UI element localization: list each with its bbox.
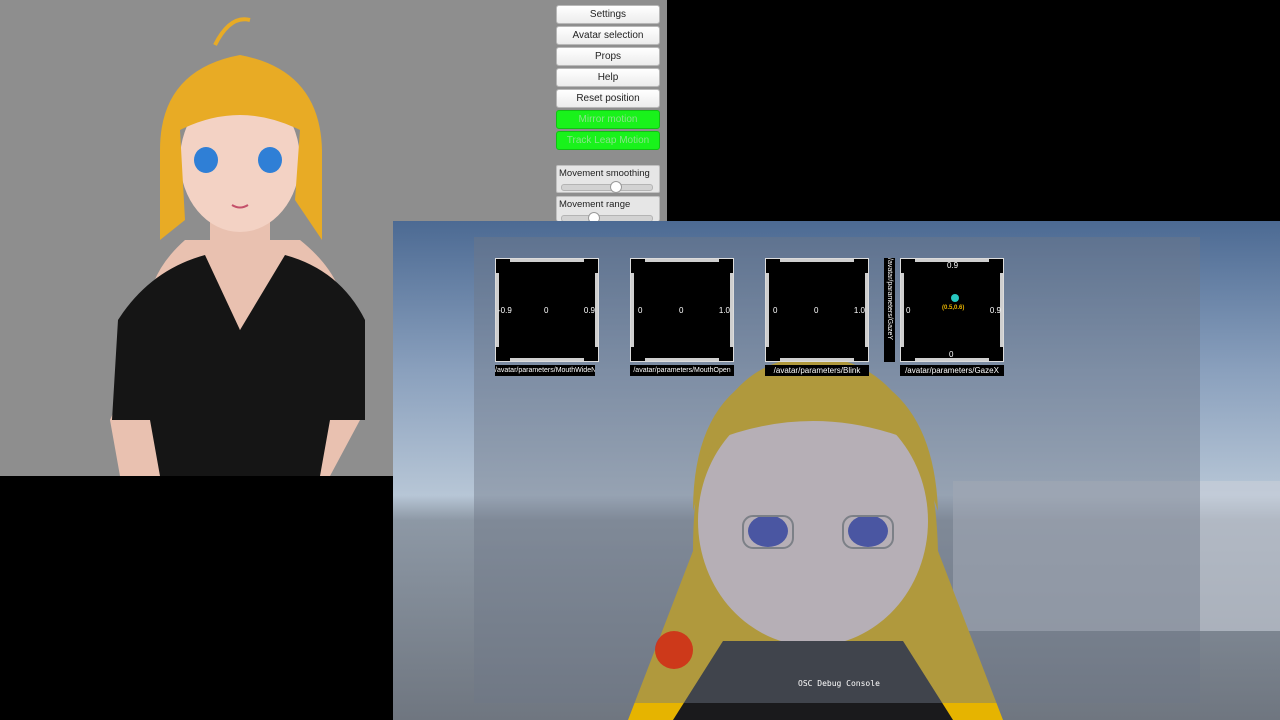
gaze-top-label: 0.9 <box>947 261 959 270</box>
help-button[interactable]: Help <box>556 68 660 87</box>
gaze-x-max-label: 0.9 <box>989 306 1001 315</box>
movement-range-label: Movement range <box>559 199 631 210</box>
mirror-motion-toggle[interactable]: Mirror motion <box>556 110 660 129</box>
gaze-position-dot <box>951 294 959 302</box>
param-min-label: 0 <box>638 306 643 315</box>
param-mid-label: 0 <box>814 306 819 315</box>
osc-debug-panel: -0.9 0 0.9 /avatar/parameters/MouthWideN… <box>474 237 1200 703</box>
param-max-label: 1.0 <box>853 306 865 315</box>
param-max-label: 1.0 <box>718 306 730 315</box>
param-mid-label: 0 <box>679 306 684 315</box>
param-graph-mouth-open: 0 0 1.0 <box>630 258 734 362</box>
param-name-mouth-open: /avatar/parameters/MouthOpen <box>630 365 734 376</box>
movement-smoothing-label: Movement smoothing <box>559 168 650 179</box>
param-graph-mouth-wide-narrow: -0.9 0 0.9 <box>495 258 599 362</box>
param-max-label: 0.9 <box>583 306 595 315</box>
param-min-label: -0.9 <box>498 306 512 315</box>
gaze-bottom-label: 0 <box>949 350 954 359</box>
osc-debug-console-label: OSC Debug Console <box>798 679 880 688</box>
movement-smoothing-group: Movement smoothing <box>556 165 660 193</box>
param-min-label: 0 <box>773 306 778 315</box>
param-mid-label: 0 <box>544 306 549 315</box>
param-name-blink: /avatar/parameters/Blink <box>765 365 869 376</box>
gaze-y-label: /avatar/parameters/GazeY <box>886 258 893 341</box>
avatar-preview <box>0 0 393 476</box>
movement-range-group: Movement range <box>556 196 660 224</box>
track-leap-motion-toggle[interactable]: Track Leap Motion <box>556 131 660 150</box>
settings-button[interactable]: Settings <box>556 5 660 24</box>
vr-world-view: -0.9 0 0.9 /avatar/parameters/MouthWideN… <box>393 221 1280 720</box>
param-name-mouth-wide-narrow: /avatar/parameters/MouthWideNarrow <box>495 365 595 376</box>
movement-smoothing-thumb[interactable] <box>610 181 622 193</box>
settings-menu: Settings Avatar selection Props Help Res… <box>556 5 660 152</box>
param-graph-gaze: 0.9 0 0 0.9 (0.5,0.6) <box>900 258 1004 362</box>
avatar-figure <box>110 17 365 476</box>
reset-position-button[interactable]: Reset position <box>556 89 660 108</box>
param-graph-blink: 0 0 1.0 <box>765 258 869 362</box>
avatar-selection-button[interactable]: Avatar selection <box>556 26 660 45</box>
gaze-x-min-label: 0 <box>906 306 911 315</box>
mic-muted-icon <box>655 631 693 669</box>
movement-smoothing-slider[interactable] <box>561 181 653 193</box>
param-name-gaze-x: /avatar/parameters/GazeX <box>900 365 1004 376</box>
gaze-y-label-strip: /avatar/parameters/GazeY <box>884 258 895 362</box>
gaze-value-readout: (0.5,0.6) <box>942 305 965 311</box>
props-button[interactable]: Props <box>556 47 660 66</box>
